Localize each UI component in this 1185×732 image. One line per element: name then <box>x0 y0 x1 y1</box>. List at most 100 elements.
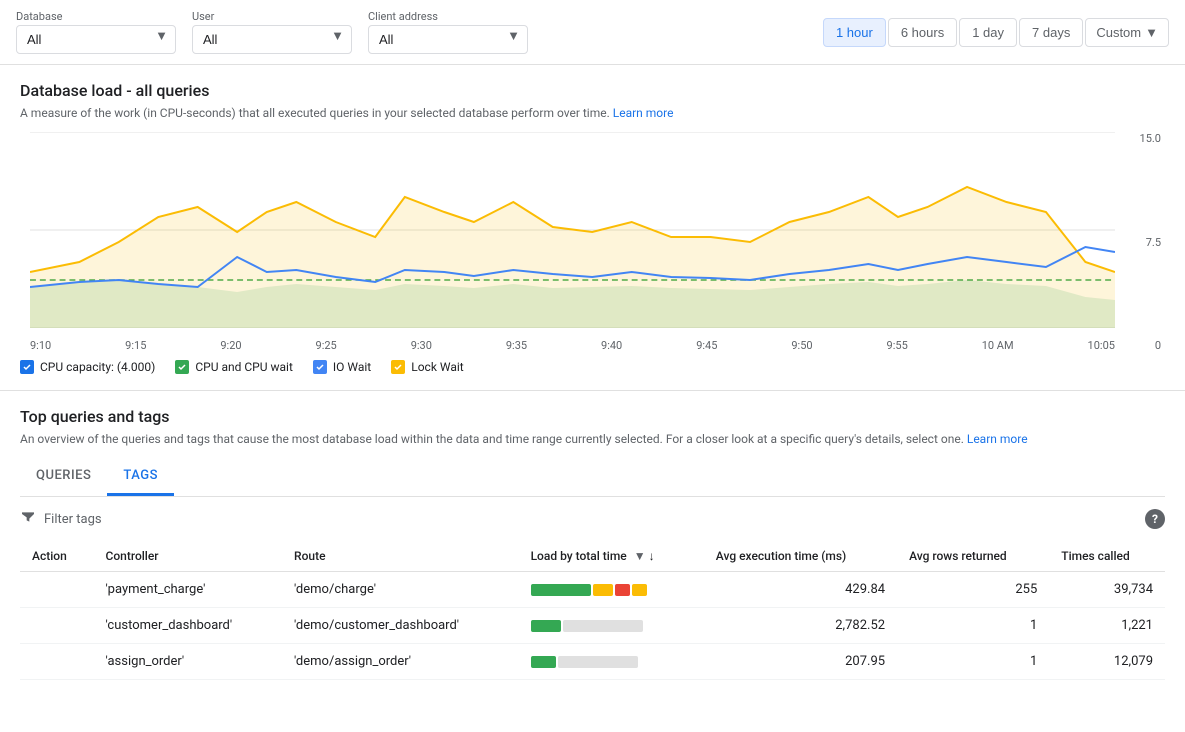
filter-row: Filter tags ? <box>20 509 1165 529</box>
bar-segment <box>531 620 561 632</box>
table-row[interactable]: 'payment_charge''demo/charge' 429.8425539… <box>20 572 1165 608</box>
time-btn-6hours[interactable]: 6 hours <box>888 18 957 47</box>
legend-cpu-capacity-label: CPU capacity: (4.000) <box>40 360 155 374</box>
bar-segment <box>563 620 643 632</box>
chart-desc: A measure of the work (in CPU-seconds) t… <box>20 106 1165 120</box>
database-dropdown-group: Database All ▼ <box>16 10 176 54</box>
cell-times-called: 39,734 <box>1049 572 1165 608</box>
bar-segment <box>593 584 613 596</box>
y-label-mid: 7.5 <box>1129 236 1161 249</box>
legend-lock-wait-checkbox[interactable] <box>391 360 405 374</box>
cell-route: 'demo/charge' <box>282 572 519 608</box>
sort-icon: ▼ <box>634 549 646 563</box>
table-body: 'payment_charge''demo/charge' 429.8425539… <box>20 572 1165 680</box>
database-label: Database <box>16 10 176 23</box>
col-avg-exec: Avg execution time (ms) <box>704 541 897 572</box>
time-btn-custom[interactable]: Custom ▼ <box>1085 18 1169 47</box>
chart-x-labels: 9:10 9:15 9:20 9:25 9:30 9:35 9:40 9:45 … <box>30 339 1115 352</box>
custom-label: Custom <box>1096 25 1141 40</box>
bottom-learn-more-link[interactable]: Learn more <box>967 432 1028 446</box>
database-select[interactable]: All <box>16 25 176 54</box>
legend-io-wait-label: IO Wait <box>333 360 371 374</box>
filter-label[interactable]: Filter tags <box>44 512 102 527</box>
cell-load-bars <box>519 644 704 680</box>
cell-avg-rows: 255 <box>897 572 1049 608</box>
x-label-2: 9:20 <box>220 339 241 352</box>
client-dropdown-group: Client address All ▼ <box>368 10 528 54</box>
cell-route: 'demo/customer_dashboard' <box>282 608 519 644</box>
legend-io-wait[interactable]: IO Wait <box>313 360 371 374</box>
cell-controller: 'payment_charge' <box>94 572 283 608</box>
cell-action <box>20 572 94 608</box>
tags-table: Action Controller Route Load by total ti… <box>20 541 1165 680</box>
legend-cpu-wait-label: CPU and CPU wait <box>195 360 293 374</box>
bottom-section: Top queries and tags An overview of the … <box>0 391 1185 696</box>
cell-times-called: 12,079 <box>1049 644 1165 680</box>
chart-section: Database load - all queries A measure of… <box>0 65 1185 391</box>
bar-segment <box>632 584 647 596</box>
legend-cpu-wait-checkbox[interactable] <box>175 360 189 374</box>
chart-svg-area <box>30 132 1115 328</box>
tab-queries[interactable]: QUERIES <box>20 458 107 496</box>
legend-io-wait-checkbox[interactable] <box>313 360 327 374</box>
time-range-group: 1 hour 6 hours 1 day 7 days Custom ▼ <box>823 18 1169 47</box>
y-label-top: 15.0 <box>1129 132 1161 145</box>
chart-title: Database load - all queries <box>20 81 1165 100</box>
cell-route: 'demo/assign_order' <box>282 644 519 680</box>
help-icon[interactable]: ? <box>1145 509 1165 529</box>
x-label-3: 9:25 <box>316 339 337 352</box>
bar-segment <box>531 656 556 668</box>
table-header: Action Controller Route Load by total ti… <box>20 541 1165 572</box>
download-icon: ↓ <box>649 549 655 563</box>
time-btn-1hour[interactable]: 1 hour <box>823 18 886 47</box>
legend-lock-wait-label: Lock Wait <box>411 360 463 374</box>
x-label-5: 9:35 <box>506 339 527 352</box>
filter-input-group: Filter tags <box>20 509 102 529</box>
x-label-8: 9:50 <box>791 339 812 352</box>
time-btn-7days[interactable]: 7 days <box>1019 18 1083 47</box>
top-bar: Database All ▼ User All ▼ Client address… <box>0 0 1185 65</box>
custom-chevron-icon: ▼ <box>1145 25 1158 40</box>
x-label-7: 9:45 <box>696 339 717 352</box>
col-route: Route <box>282 541 519 572</box>
y-label-bot: 0 <box>1129 339 1161 352</box>
client-select[interactable]: All <box>368 25 528 54</box>
table-row[interactable]: 'customer_dashboard''demo/customer_dashb… <box>20 608 1165 644</box>
chart-container: 15.0 7.5 0 9:10 <box>20 132 1165 352</box>
chart-learn-more-link[interactable]: Learn more <box>613 106 674 120</box>
bar-segment <box>615 584 630 596</box>
bottom-title: Top queries and tags <box>20 407 1165 426</box>
cell-avg-exec: 2,782.52 <box>704 608 897 644</box>
chart-y-labels: 15.0 7.5 0 <box>1125 132 1165 352</box>
chart-svg <box>30 132 1115 328</box>
client-label: Client address <box>368 10 528 23</box>
x-label-11: 10:05 <box>1088 339 1115 352</box>
cell-avg-exec: 207.95 <box>704 644 897 680</box>
user-dropdown-group: User All ▼ <box>192 10 352 54</box>
col-avg-rows: Avg rows returned <box>897 541 1049 572</box>
time-btn-1day[interactable]: 1 day <box>959 18 1017 47</box>
x-label-0: 9:10 <box>30 339 51 352</box>
bottom-desc: An overview of the queries and tags that… <box>20 432 1165 446</box>
cell-avg-rows: 1 <box>897 644 1049 680</box>
legend-cpu-capacity[interactable]: CPU capacity: (4.000) <box>20 360 155 374</box>
legend-cpu-capacity-checkbox[interactable] <box>20 360 34 374</box>
cell-action <box>20 644 94 680</box>
cell-avg-exec: 429.84 <box>704 572 897 608</box>
col-controller: Controller <box>94 541 283 572</box>
cell-controller: 'customer_dashboard' <box>94 608 283 644</box>
legend-lock-wait[interactable]: Lock Wait <box>391 360 463 374</box>
legend-cpu-wait[interactable]: CPU and CPU wait <box>175 360 293 374</box>
col-action: Action <box>20 541 94 572</box>
user-select[interactable]: All <box>192 25 352 54</box>
x-label-9: 9:55 <box>887 339 908 352</box>
x-label-4: 9:30 <box>411 339 432 352</box>
cell-controller: 'assign_order' <box>94 644 283 680</box>
cell-times-called: 1,221 <box>1049 608 1165 644</box>
chart-legend: CPU capacity: (4.000) CPU and CPU wait I… <box>20 360 1165 374</box>
x-label-10: 10 AM <box>982 339 1014 352</box>
col-load[interactable]: Load by total time ▼ ↓ <box>519 541 704 572</box>
tab-tags[interactable]: TAGS <box>107 458 174 496</box>
table-row[interactable]: 'assign_order''demo/assign_order'207.951… <box>20 644 1165 680</box>
col-times-called: Times called <box>1049 541 1165 572</box>
